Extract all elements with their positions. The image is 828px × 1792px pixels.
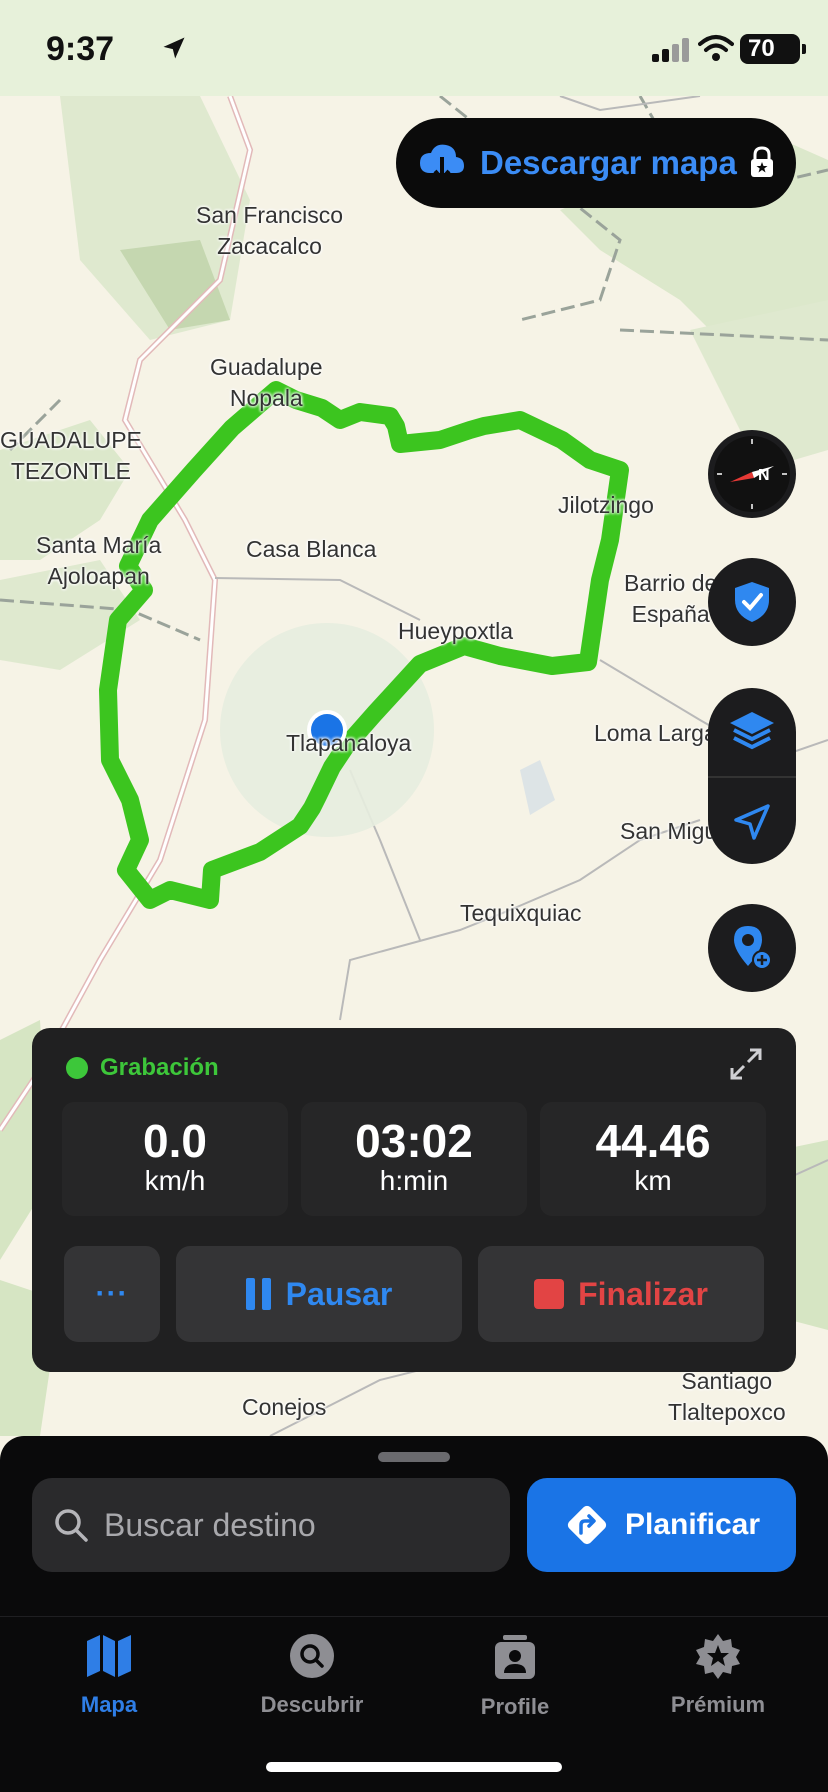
tab-descubrir[interactable]: Descubrir (212, 1633, 412, 1718)
map-icon (87, 1635, 131, 1677)
speed-value: 0.0 (143, 1115, 207, 1167)
plan-route-label: Planificar (624, 1508, 761, 1541)
pause-label: Pausar (285, 1275, 393, 1312)
more-dots-icon: ··· (95, 1277, 129, 1310)
time-value: 03:02 (355, 1115, 473, 1167)
layers-button[interactable] (708, 688, 796, 776)
tab-profile[interactable]: Profile (415, 1633, 615, 1720)
time-stat: 03:02 h:min (301, 1102, 527, 1216)
download-map-button[interactable]: Descargar mapa (396, 118, 796, 208)
map-label: Guadalupe Nopala (210, 354, 323, 411)
map-controls-group (708, 688, 796, 864)
map-label: San Francisco Zacacalco (196, 202, 344, 259)
more-options-button[interactable]: ··· (64, 1246, 160, 1342)
layers-icon (730, 712, 774, 750)
add-waypoint-button[interactable] (708, 904, 796, 992)
svg-text:N: N (758, 467, 770, 484)
map-label: Casa Blanca (246, 536, 377, 562)
plan-route-button[interactable]: Planificar (527, 1478, 796, 1572)
safety-shield-button[interactable] (708, 558, 796, 646)
map-label: Tlapanaloya (286, 730, 412, 756)
speed-unit: km/h (144, 1165, 206, 1196)
finish-label: Finalizar (578, 1275, 708, 1312)
recording-panel: Grabación 0.0 km/h 03:02 h:min 44.46 km … (32, 1028, 796, 1372)
map-label: Barrio de España (624, 570, 718, 627)
sheet-grabber[interactable] (378, 1452, 450, 1462)
location-arrow-icon (163, 37, 185, 59)
map-label: Hueypoxtla (398, 618, 514, 644)
battery-indicator: 70 (740, 34, 806, 64)
time-unit: h:min (379, 1165, 449, 1196)
wifi-icon (698, 35, 734, 61)
tab-mapa-label: Mapa (80, 1692, 138, 1717)
stop-icon (534, 1279, 565, 1309)
recording-dot-icon (66, 1057, 88, 1079)
profile-icon (495, 1635, 535, 1679)
compass-button[interactable]: N (708, 430, 796, 518)
finish-button[interactable]: Finalizar (478, 1246, 764, 1342)
pin-add-icon (734, 926, 772, 970)
directions-icon (567, 1505, 607, 1545)
map-label: Tequixquiac (460, 900, 582, 926)
search-placeholder: Buscar destino (104, 1506, 316, 1543)
tab-profile-label: Profile (480, 1694, 550, 1719)
map-label: GUADALUPE TEZONTLE (0, 427, 142, 484)
download-map-label: Descargar mapa (480, 144, 737, 181)
shield-check-icon (735, 582, 769, 622)
cellular-signal-icon (652, 38, 689, 62)
recording-status-label: Grabación (100, 1054, 219, 1081)
map-label: Conejos (242, 1394, 327, 1420)
map-label: Santa María Ajoloapan (36, 532, 162, 589)
map-label: Jilotzingo (558, 492, 654, 518)
pause-icon (245, 1278, 271, 1310)
tab-premium[interactable]: Prémium (618, 1633, 818, 1718)
map-label: Santiago Tlaltepoxco (668, 1368, 786, 1425)
status-bar: 9:37 70 (0, 0, 828, 96)
expand-icon[interactable] (728, 1046, 764, 1082)
recording-status: Grabación (66, 1054, 219, 1082)
distance-unit: km (634, 1165, 672, 1196)
home-indicator (266, 1762, 562, 1772)
navigation-arrow-icon (734, 804, 770, 840)
premium-star-icon (696, 1634, 740, 1679)
search-input[interactable]: Buscar destino (32, 1478, 510, 1572)
lock-icon (751, 146, 773, 177)
speed-stat: 0.0 km/h (62, 1102, 288, 1216)
compass-icon: N (714, 436, 790, 512)
map-label: Loma Larga (594, 720, 717, 746)
tab-descubrir-label: Descubrir (260, 1692, 364, 1717)
cloud-download-icon (420, 144, 464, 183)
search-icon (55, 1509, 88, 1542)
pause-button[interactable]: Pausar (176, 1246, 462, 1342)
discover-icon (290, 1634, 334, 1678)
distance-stat: 44.46 km (540, 1102, 766, 1216)
tab-mapa[interactable]: Mapa (9, 1633, 209, 1718)
locate-me-button[interactable] (708, 778, 796, 864)
status-time: 9:37 (46, 30, 115, 68)
distance-value: 44.46 (595, 1115, 711, 1167)
tab-premium-label: Prémium (670, 1692, 766, 1717)
